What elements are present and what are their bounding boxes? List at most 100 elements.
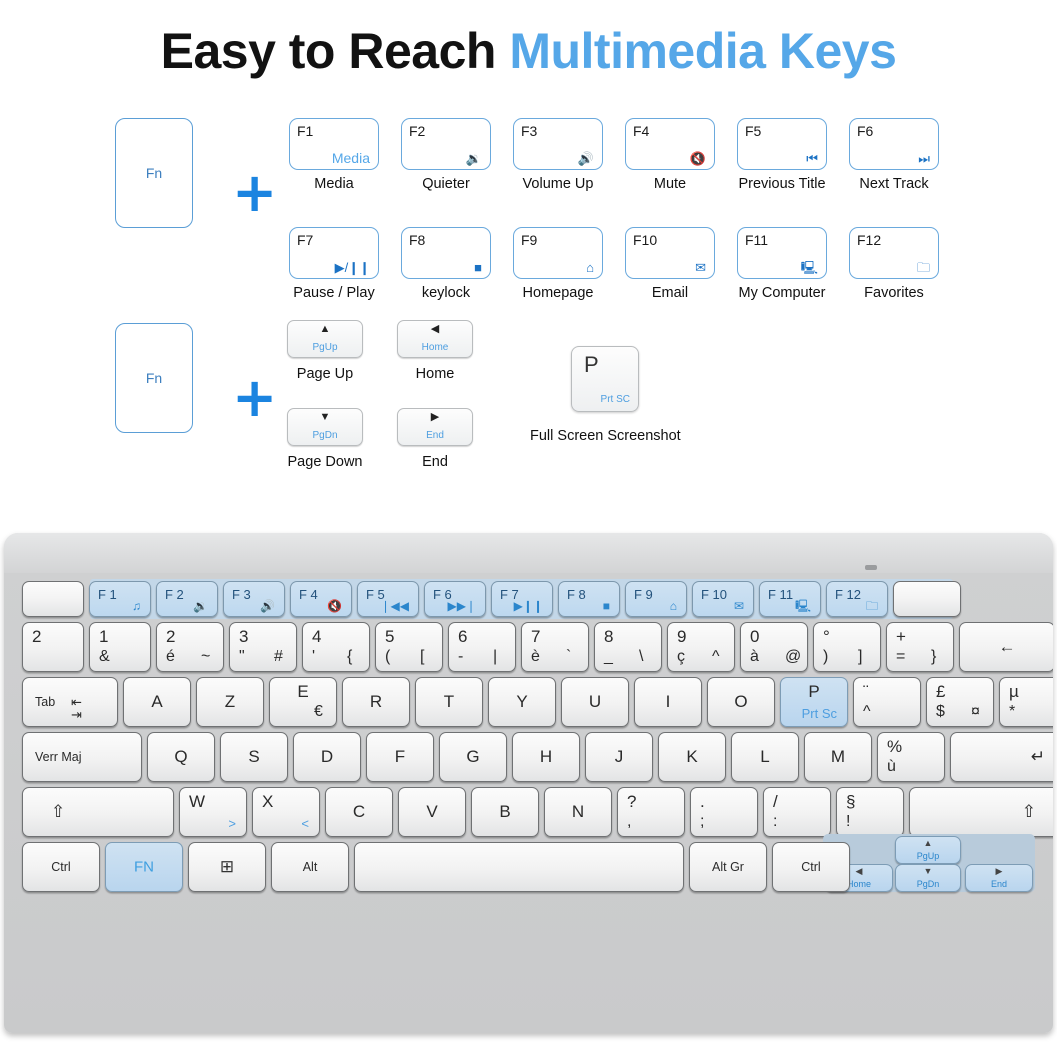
fkey-card-f8[interactable]: F8 ■ xyxy=(401,227,491,279)
key-i[interactable]: I xyxy=(634,677,702,727)
key-m[interactable]: M xyxy=(804,732,872,782)
key-0[interactable]: 0 à @ xyxy=(740,622,808,672)
fkey-card-f5[interactable]: F5 ⏮ xyxy=(737,118,827,170)
key-label: F 12 xyxy=(835,587,862,602)
key-7[interactable]: 7 è ` xyxy=(521,622,589,672)
fkey-card-f4[interactable]: F4 🔇 xyxy=(625,118,715,170)
key-x[interactable]: X < xyxy=(252,787,320,837)
key-/[interactable]: /: xyxy=(763,787,831,837)
key-+[interactable]: + =} xyxy=(886,622,954,672)
fkey-card-f6[interactable]: F6 ⏭ xyxy=(849,118,939,170)
key-4[interactable]: 4 ' { xyxy=(302,622,370,672)
page-up-key[interactable]: ▲ PgUp xyxy=(895,836,961,864)
key-label: F 1 xyxy=(98,587,117,602)
key-%[interactable]: % ù xyxy=(877,732,945,782)
fkey-card-f3[interactable]: F3 🔊 xyxy=(513,118,603,170)
key-f-7[interactable]: F 7 ▶❙❙ xyxy=(491,581,553,617)
left-alt-key[interactable]: Alt xyxy=(271,842,349,892)
key-a[interactable]: A xyxy=(123,677,191,727)
key-g[interactable]: G xyxy=(439,732,507,782)
key-f-6[interactable]: F 6 ▶▶❘ xyxy=(424,581,486,617)
key-label-tertiary: € xyxy=(314,703,323,720)
key-u[interactable]: U xyxy=(561,677,629,727)
fkey-card-f12[interactable]: F12 🗀 xyxy=(849,227,939,279)
key-5[interactable]: 5 ([ xyxy=(375,622,443,672)
backspace-key[interactable]: ← xyxy=(959,622,1053,672)
key-l[interactable]: L xyxy=(731,732,799,782)
fkey-card-f9[interactable]: F9 ⌂ xyxy=(513,227,603,279)
right-ctrl-key[interactable]: Ctrl xyxy=(772,842,850,892)
nav-key-pgdn[interactable]: ▼ PgDn xyxy=(287,408,363,446)
key-n[interactable]: N xyxy=(544,787,612,837)
key-h[interactable]: H xyxy=(512,732,580,782)
key-9[interactable]: 9 ç ^ xyxy=(667,622,735,672)
space-key[interactable] xyxy=(354,842,684,892)
key-2[interactable]: 2 é ~ xyxy=(156,622,224,672)
fkey-cell: F4 🔇 Mute xyxy=(614,118,726,192)
key-µ[interactable]: µ * xyxy=(999,677,1053,727)
fkey-card-f10[interactable]: F10 ✉ xyxy=(625,227,715,279)
key-f-8[interactable]: F 8 ■ xyxy=(558,581,620,617)
key-£[interactable]: £ $ ¤ xyxy=(926,677,994,727)
key-label: D xyxy=(320,747,334,766)
nav-key-home[interactable]: ◀ Home xyxy=(397,320,473,358)
key-j[interactable]: J xyxy=(585,732,653,782)
key-8[interactable]: 8 _ \ xyxy=(594,622,662,672)
key-v[interactable]: V xyxy=(398,787,466,837)
nav-key-pgup[interactable]: ▲ PgUp xyxy=(287,320,363,358)
key-3[interactable]: 3 " # xyxy=(229,622,297,672)
key-6[interactable]: 6 - | xyxy=(448,622,516,672)
key-f-9[interactable]: F 9 ⌂ xyxy=(625,581,687,617)
enter-key[interactable]: ↵ xyxy=(950,732,1053,782)
key-f-11[interactable]: F 11 🖳 xyxy=(759,581,821,617)
key-s[interactable]: S xyxy=(220,732,288,782)
key-q[interactable]: Q xyxy=(147,732,215,782)
fkey-card-f11[interactable]: F11 🖳 xyxy=(737,227,827,279)
key-f-1[interactable]: F 1 ♫ xyxy=(89,581,151,617)
alt-gr-key[interactable]: Alt Gr xyxy=(689,842,767,892)
key-c[interactable]: C xyxy=(325,787,393,837)
key-2[interactable]: 2 xyxy=(22,622,84,672)
key-p[interactable]: P Prt Sc xyxy=(780,677,848,727)
fkey-card-f7[interactable]: F7 ▶/❙❙ xyxy=(289,227,379,279)
key-f[interactable]: F xyxy=(366,732,434,782)
key-1[interactable]: 1 & xyxy=(89,622,151,672)
page-down-key[interactable]: ▼ PgDn xyxy=(895,864,961,892)
fkey-card-f1[interactable]: F1 Media xyxy=(289,118,379,170)
key-r[interactable]: R xyxy=(342,677,410,727)
windows-key[interactable]: ⊞ xyxy=(188,842,266,892)
shift-arrow-icon: ⇧ xyxy=(51,802,66,821)
key-§[interactable]: §! xyxy=(836,787,904,837)
key-suppr[interactable] xyxy=(893,581,961,617)
key-°[interactable]: °)] xyxy=(813,622,881,672)
key-f-12[interactable]: F 12 🗀 xyxy=(826,581,888,617)
left-shift-key[interactable]: ⇧ xyxy=(22,787,174,837)
end-key[interactable]: ▶ End xyxy=(965,864,1033,892)
key-d[interactable]: D xyxy=(293,732,361,782)
tab-key[interactable]: Tab ⇤ ⇥ xyxy=(22,677,118,727)
key-¨[interactable]: ¨ ^ xyxy=(853,677,921,727)
key-f-4[interactable]: F 4 🔇 xyxy=(290,581,352,617)
key-b[interactable]: B xyxy=(471,787,539,837)
fn-key[interactable]: FN xyxy=(105,842,183,892)
key-e[interactable]: E € xyxy=(269,677,337,727)
caps-lock-key[interactable]: Verr Maj xyxy=(22,732,142,782)
key-.[interactable]: .; xyxy=(690,787,758,837)
key-f-3[interactable]: F 3 🔊 xyxy=(223,581,285,617)
key-t[interactable]: T xyxy=(415,677,483,727)
key-f-10[interactable]: F 10 ✉ xyxy=(692,581,754,617)
key-label: C xyxy=(352,802,366,821)
key-k[interactable]: K xyxy=(658,732,726,782)
fkey-card-f2[interactable]: F2 🔉 xyxy=(401,118,491,170)
key-f-2[interactable]: F 2 🔉 xyxy=(156,581,218,617)
key-esc[interactable] xyxy=(22,581,84,617)
key-f-5[interactable]: F 5 ❘◀◀ xyxy=(357,581,419,617)
key-z[interactable]: Z xyxy=(196,677,264,727)
left-ctrl-key[interactable]: Ctrl xyxy=(22,842,100,892)
key-?[interactable]: ?, xyxy=(617,787,685,837)
key-o[interactable]: O xyxy=(707,677,775,727)
key-y[interactable]: Y xyxy=(488,677,556,727)
right-shift-key[interactable]: ⇧ xyxy=(909,787,1053,837)
nav-key-end[interactable]: ▶ End xyxy=(397,408,473,446)
key-w[interactable]: W > xyxy=(179,787,247,837)
